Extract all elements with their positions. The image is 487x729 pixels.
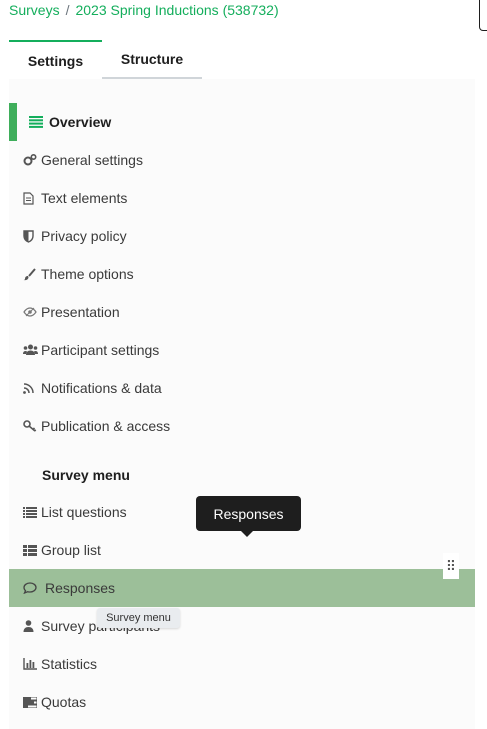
top-right-control[interactable] xyxy=(479,0,487,31)
menu-item-theme-options[interactable]: Theme options xyxy=(9,255,475,293)
drag-handle-icon[interactable]: ⠿ xyxy=(443,553,459,579)
menu-item-privacy-policy[interactable]: Privacy policy xyxy=(9,217,475,255)
menu-item-label: Presentation xyxy=(41,304,120,320)
menu-item-label: Overview xyxy=(49,114,112,130)
menu-item-label: General settings xyxy=(41,152,143,168)
key-icon xyxy=(23,420,39,432)
menu-item-label: Theme options xyxy=(41,266,134,282)
feed-icon xyxy=(23,382,39,394)
menu-item-label: Quotas xyxy=(41,694,87,710)
gears-icon xyxy=(23,154,39,166)
menu-item-label: Privacy policy xyxy=(41,228,127,244)
menu-item-label: Group list xyxy=(41,542,101,558)
menu-item-label: Participant settings xyxy=(41,342,160,358)
comment-icon xyxy=(23,582,39,594)
menu-item-label: Responses xyxy=(45,580,116,596)
list-lines-icon xyxy=(29,116,45,128)
active-indicator-bar xyxy=(9,103,17,141)
menu-item-overview[interactable]: Overview xyxy=(9,103,475,141)
menu-item-quotas[interactable]: Quotas xyxy=(9,683,475,721)
menu-item-general-settings[interactable]: General settings xyxy=(9,141,475,179)
menu-item-participant-settings[interactable]: Participant settings xyxy=(9,331,475,369)
th-list-icon xyxy=(23,544,39,556)
menu-item-label: Publication & access xyxy=(41,418,171,434)
menu-item-text-elements[interactable]: Text elements xyxy=(9,179,475,217)
user-icon xyxy=(23,620,39,632)
breadcrumb: Surveys / 2023 Spring Inductions (538732) xyxy=(9,2,279,18)
tasks-icon xyxy=(23,696,39,708)
tab-structure[interactable]: Structure xyxy=(102,40,202,79)
survey-menu-heading: Survey menu xyxy=(42,467,130,483)
menu-item-responses[interactable]: Responses xyxy=(9,569,475,607)
shield-icon xyxy=(23,229,39,243)
breadcrumb-separator: / xyxy=(65,2,70,18)
menu-item-label: Notifications & data xyxy=(41,380,162,396)
list-icon xyxy=(23,506,39,518)
tooltip-text: Responses xyxy=(213,506,284,522)
tooltip-arrow xyxy=(241,531,253,537)
tab-settings[interactable]: Settings xyxy=(9,40,102,79)
breadcrumb-surveys-link[interactable]: Surveys xyxy=(9,2,60,18)
menu-item-notifications-data[interactable]: Notifications & data xyxy=(9,369,475,407)
tab-bar: Settings Structure xyxy=(9,40,202,79)
menu-item-statistics[interactable]: Statistics xyxy=(9,645,475,683)
responses-tooltip: Responses xyxy=(196,496,301,537)
side-menu-panel: Overview General settings Text elements … xyxy=(9,79,475,729)
eye-icon xyxy=(23,307,39,317)
menu-item-label: Text elements xyxy=(41,190,128,206)
document-icon xyxy=(23,191,39,205)
bar-chart-icon xyxy=(23,658,39,670)
menu-item-label: List questions xyxy=(41,504,127,520)
menu-item-survey-participants[interactable]: Survey participants xyxy=(9,607,475,645)
survey-menu-tooltip: Survey menu xyxy=(97,608,180,628)
brush-icon xyxy=(23,267,39,281)
menu-item-presentation[interactable]: Presentation xyxy=(9,293,475,331)
users-icon xyxy=(23,344,39,356)
menu-item-label: Statistics xyxy=(41,656,98,672)
breadcrumb-survey-link[interactable]: 2023 Spring Inductions (538732) xyxy=(75,2,278,18)
menu-item-publication-access[interactable]: Publication & access xyxy=(9,407,475,445)
